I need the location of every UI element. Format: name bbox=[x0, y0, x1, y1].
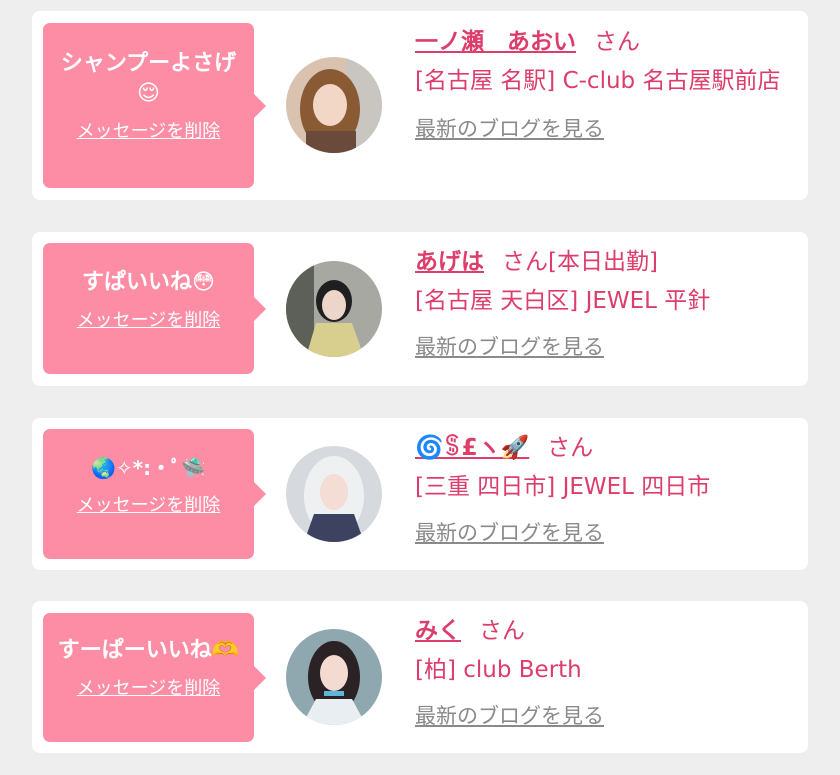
blog-link[interactable]: 最新のブログを見る bbox=[415, 700, 604, 730]
message-text: すーぱーいいね🫶 bbox=[57, 638, 240, 663]
message-text: すぱいいね😳 bbox=[82, 270, 215, 295]
girl-name-link[interactable]: 🌀ꌚ£ヽ🚀 bbox=[415, 435, 529, 461]
girl-info: みく さん [柏] club Berth 最新のブログを見る bbox=[415, 614, 795, 730]
honorific: さん bbox=[547, 435, 594, 461]
avatar-photo bbox=[286, 261, 382, 357]
status-text: [本日出勤] bbox=[548, 249, 658, 275]
name-line: あげは さん[本日出勤] bbox=[415, 245, 795, 279]
message-text: 🌏✧*:・ﾟ🛸 bbox=[90, 456, 207, 480]
shop-info: [柏] club Berth bbox=[415, 657, 582, 683]
avatar-photo bbox=[286, 57, 382, 153]
message-bubble: すぱいいね😳 メッセージを削除 bbox=[43, 243, 266, 374]
message-bubble: 🌏✧*:・ﾟ🛸 メッセージを削除 bbox=[43, 429, 266, 559]
blog-link[interactable]: 最新のブログを見る bbox=[415, 331, 604, 361]
message-bubble: すーぱーいいね🫶 メッセージを削除 bbox=[43, 613, 266, 742]
girl-name-link[interactable]: あげは bbox=[415, 249, 484, 275]
girl-info: 一ノ瀬 あおい さん [名古屋 名駅] C-club 名古屋駅前店 最新のブログを… bbox=[415, 25, 795, 143]
avatar[interactable] bbox=[286, 629, 382, 725]
name-line: 一ノ瀬 あおい さん bbox=[415, 25, 795, 59]
girl-name-link[interactable]: 一ノ瀬 あおい bbox=[415, 29, 576, 55]
delete-message-link[interactable]: メッセージを削除 bbox=[77, 674, 221, 700]
girl-info: あげは さん[本日出勤] [名古屋 天白区] JEWEL 平針 最新のブログを見る bbox=[415, 245, 795, 361]
message-text: シャンプーよさげ 😌 bbox=[60, 51, 237, 106]
message-card: シャンプーよさげ 😌 メッセージを削除 一ノ瀬 あおい さん [名古屋 名駅] C… bbox=[32, 11, 808, 200]
girl-info: 🌀ꌚ£ヽ🚀 さん [三重 四日市] JEWEL 四日市 最新のブログを見る bbox=[415, 431, 795, 547]
message-bubble: シャンプーよさげ 😌 メッセージを削除 bbox=[43, 23, 266, 188]
message-card: 🌏✧*:・ﾟ🛸 メッセージを削除 🌀ꌚ£ヽ🚀 さん [三重 四日市] JEWEL … bbox=[32, 418, 808, 570]
delete-message-link[interactable]: メッセージを削除 bbox=[77, 306, 221, 332]
girl-name-link[interactable]: みく bbox=[415, 618, 461, 644]
delete-message-link[interactable]: メッセージを削除 bbox=[77, 491, 221, 517]
avatar-photo bbox=[286, 446, 382, 542]
name-line: 🌀ꌚ£ヽ🚀 さん bbox=[415, 431, 795, 465]
shop-info: [三重 四日市] JEWEL 四日市 bbox=[415, 474, 711, 500]
blog-link[interactable]: 最新のブログを見る bbox=[415, 113, 604, 143]
shop-info: [名古屋 天白区] JEWEL 平針 bbox=[415, 288, 711, 314]
avatar[interactable] bbox=[286, 446, 382, 542]
avatar[interactable] bbox=[286, 57, 382, 153]
message-list: シャンプーよさげ 😌 メッセージを削除 一ノ瀬 あおい さん [名古屋 名駅] C… bbox=[0, 0, 840, 775]
blog-link[interactable]: 最新のブログを見る bbox=[415, 517, 604, 547]
delete-message-link[interactable]: メッセージを削除 bbox=[77, 117, 221, 143]
message-card: すーぱーいいね🫶 メッセージを削除 みく さん [柏] club Berth 最新… bbox=[32, 601, 808, 753]
shop-info: [名古屋 名駅] C-club 名古屋駅前店 bbox=[415, 68, 781, 94]
avatar-photo bbox=[286, 629, 382, 725]
honorific: さん bbox=[479, 618, 525, 644]
honorific: さん bbox=[594, 29, 640, 55]
message-card: すぱいいね😳 メッセージを削除 あげは さん[本日出勤] [名古屋 天白区] JE… bbox=[32, 232, 808, 386]
name-line: みく さん bbox=[415, 614, 795, 648]
honorific: さん bbox=[502, 249, 548, 275]
avatar[interactable] bbox=[286, 261, 382, 357]
